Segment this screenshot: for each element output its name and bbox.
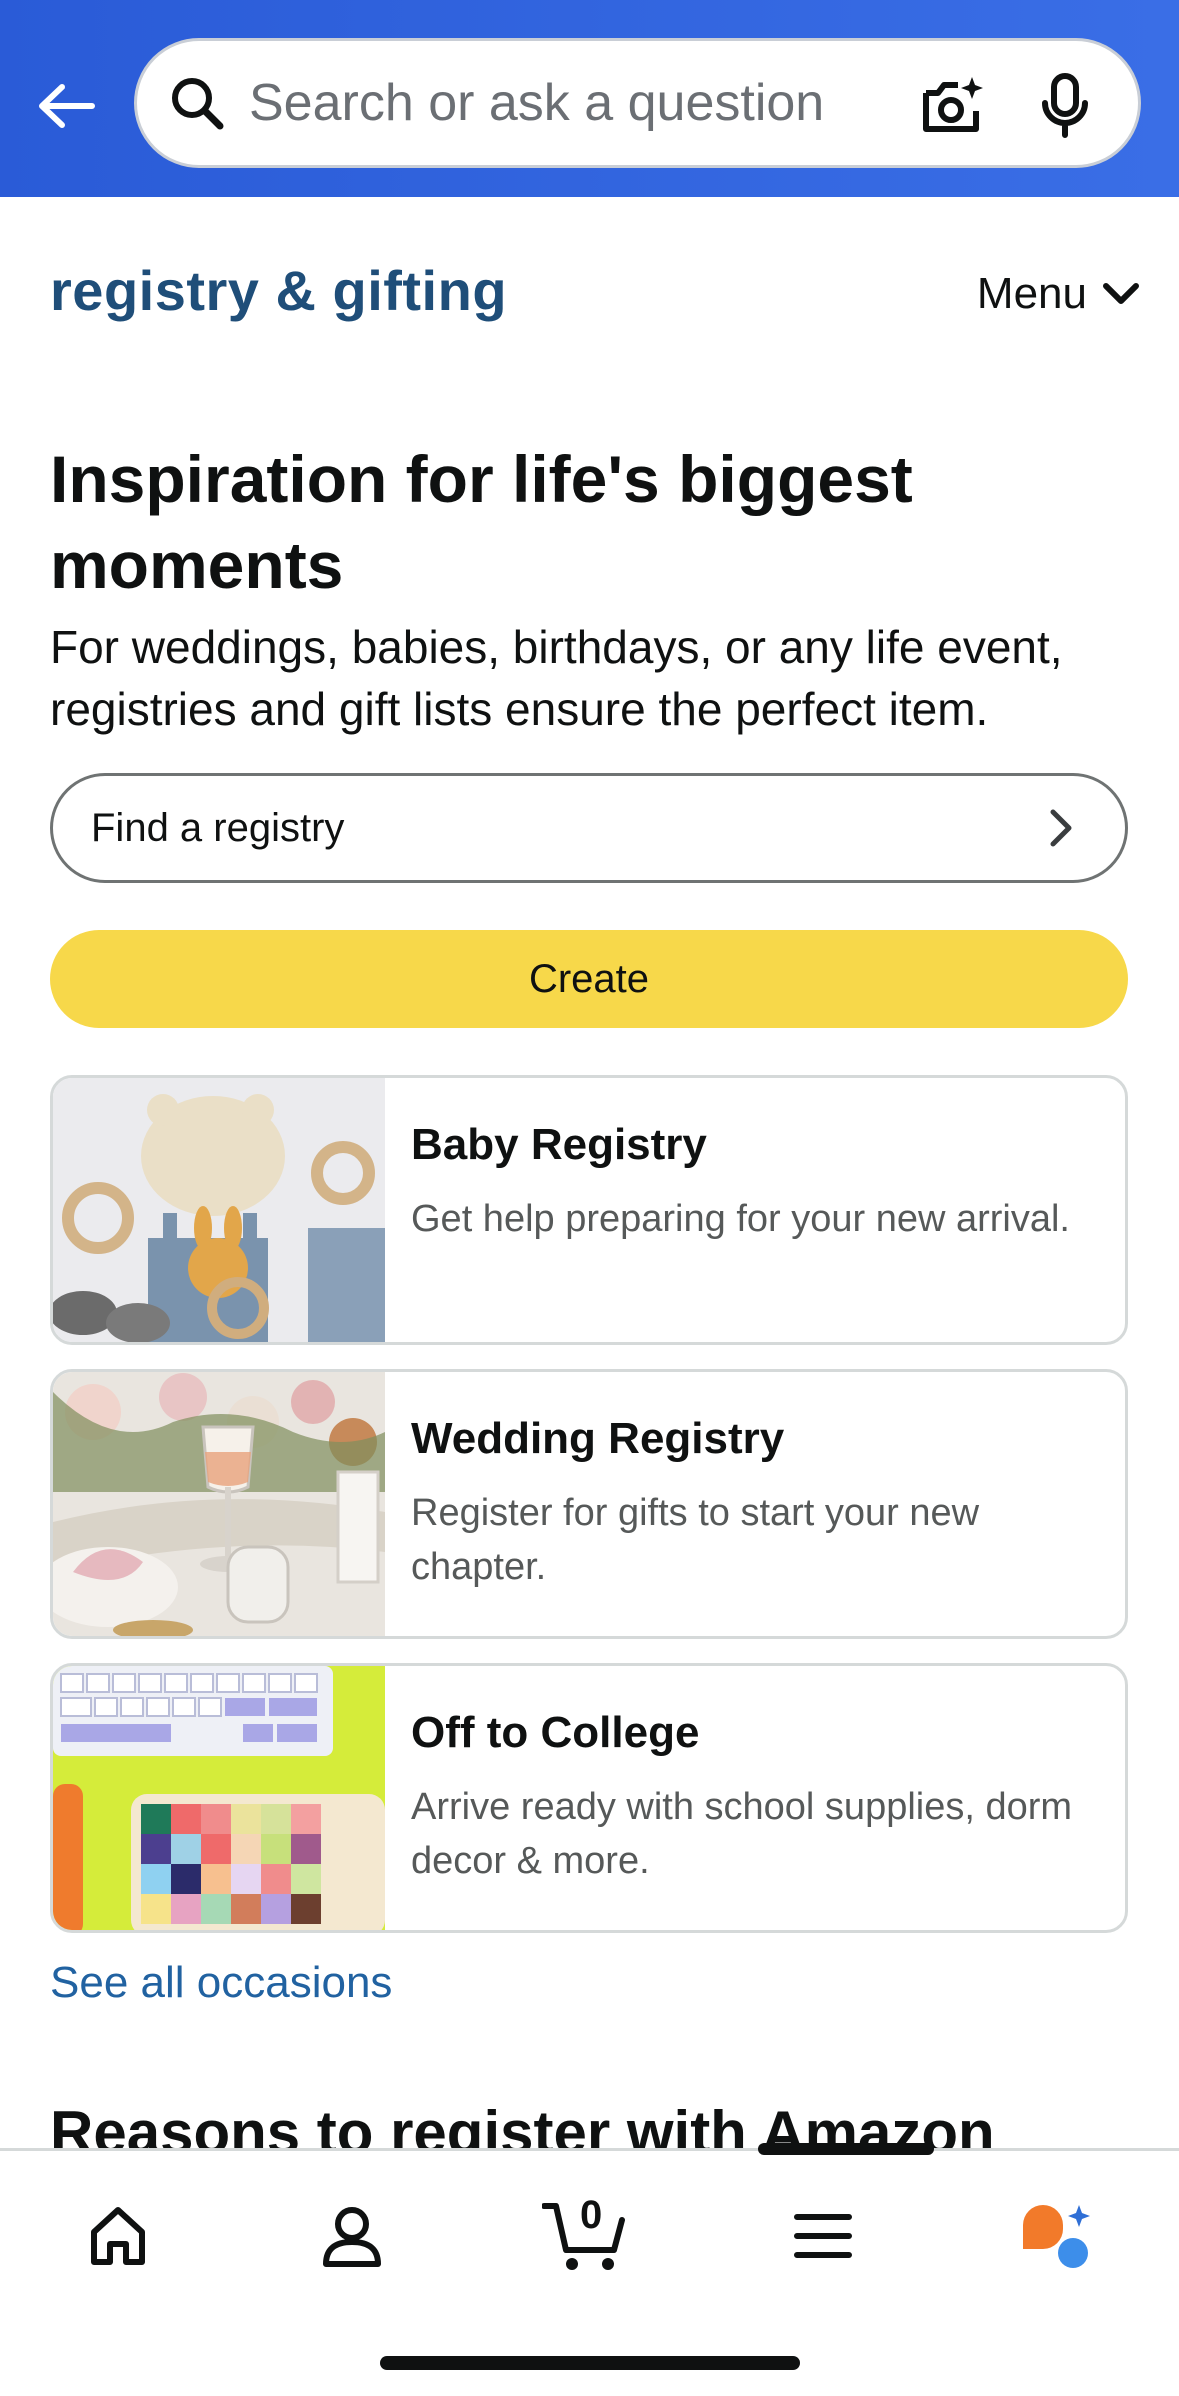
home-indicator — [380, 2356, 800, 2370]
card-title: Off to College — [411, 1708, 700, 1757]
baby-registry-image — [53, 1078, 385, 1342]
microphone-icon[interactable] — [1030, 71, 1100, 141]
nav-home[interactable] — [73, 2191, 163, 2281]
nav-account[interactable] — [307, 2191, 397, 2281]
hamburger-menu-icon — [794, 2214, 852, 2258]
create-button[interactable]: Create — [50, 930, 1128, 1028]
wedding-registry-image — [53, 1372, 385, 1636]
hero-title: Inspiration for life's biggest moments — [50, 442, 913, 602]
menu-label: Menu — [976, 269, 1087, 318]
search-bar[interactable] — [134, 38, 1141, 168]
search-icon — [167, 73, 227, 133]
card-description: Register for gifts to start your new cha… — [411, 1492, 980, 1588]
top-bar — [0, 0, 1179, 197]
hero-subtitle: For weddings, babies, birthdays, or any … — [50, 621, 1063, 735]
home-icon — [91, 2207, 145, 2265]
rufus-assistant-icon — [1023, 2205, 1090, 2268]
account-icon — [323, 2207, 381, 2267]
nav-menu[interactable] — [778, 2191, 868, 2281]
card-title: Baby Registry — [411, 1120, 707, 1169]
nav-rufus-assistant[interactable] — [1012, 2191, 1102, 2281]
see-all-occasions-link[interactable]: See all occasions — [50, 1958, 392, 2008]
registry-gifting-brand[interactable]: registry & gifting — [50, 258, 507, 323]
nav-cart[interactable]: 0 — [540, 2191, 630, 2281]
active-tab-indicator — [758, 2143, 934, 2155]
search-input[interactable] — [249, 63, 849, 143]
back-arrow-icon — [39, 84, 95, 128]
camera-search-icon[interactable] — [918, 71, 988, 141]
chevron-right-icon — [1050, 809, 1072, 847]
menu-dropdown[interactable]: Menu — [977, 262, 1139, 326]
off-to-college-image — [53, 1666, 385, 1930]
chevron-down-icon — [1103, 283, 1139, 304]
card-description: Get help preparing for your new arrival. — [411, 1198, 1070, 1240]
off-to-college-card[interactable]: Off to College Arrive ready with school … — [50, 1663, 1128, 1933]
find-registry-button[interactable]: Find a registry — [50, 773, 1128, 883]
card-description: Arrive ready with school supplies, dorm … — [411, 1786, 1073, 1882]
baby-registry-card[interactable]: Baby Registry Get help preparing for you… — [50, 1075, 1128, 1345]
find-registry-label: Find a registry — [91, 805, 345, 850]
cart-count: 0 — [580, 2193, 603, 2237]
card-title: Wedding Registry — [411, 1414, 785, 1463]
wedding-registry-card[interactable]: Wedding Registry Register for gifts to s… — [50, 1369, 1128, 1639]
bottom-navigation: 0 — [0, 2143, 1179, 2396]
back-button[interactable] — [30, 70, 102, 142]
